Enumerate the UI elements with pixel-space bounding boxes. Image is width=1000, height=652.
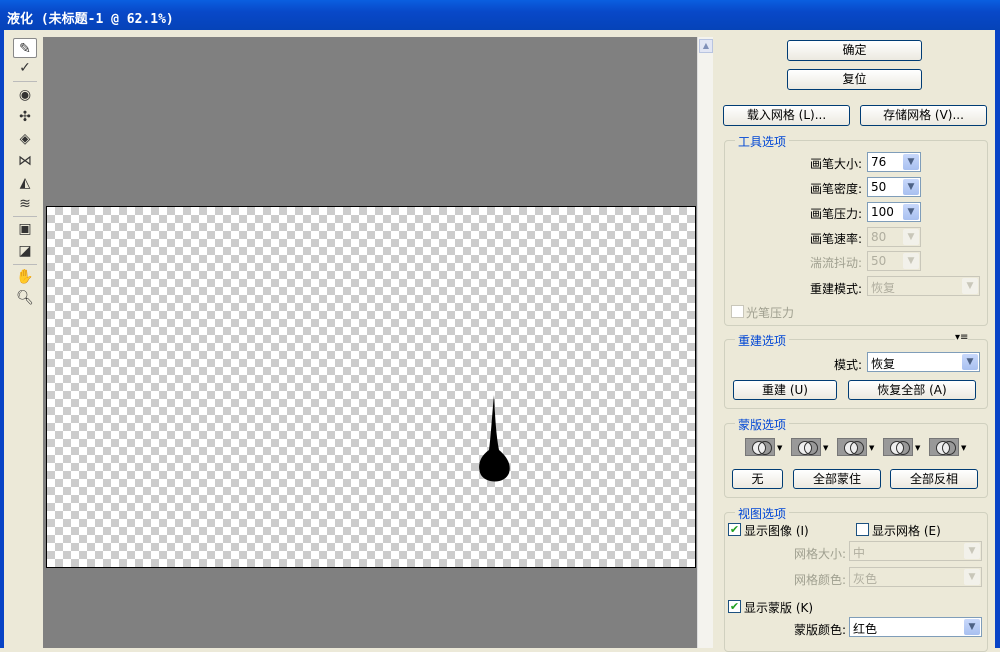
chevron-down-icon[interactable]: ▼ <box>964 619 980 635</box>
chevron-down-icon[interactable]: ▼ <box>903 179 919 195</box>
freeze-mask-tool-icon[interactable]: ▣ <box>13 219 37 239</box>
reconstruct-mode-label: 重建模式: <box>790 280 862 297</box>
brush-size-input[interactable]: 76 ▼ <box>867 152 921 172</box>
window-border <box>995 30 1000 648</box>
chevron-down-icon[interactable]: ▼ <box>903 204 919 220</box>
brush-density-label: 画笔密度: <box>790 180 862 197</box>
brush-rate-input: 80 ▼ <box>867 227 921 247</box>
mesh-color-label: 网格颜色: <box>780 571 846 588</box>
show-image-checkbox[interactable]: ✔ <box>728 523 741 536</box>
bloat-tool-icon[interactable]: ◈ <box>13 129 37 149</box>
liquified-drop-shape <box>477 395 513 485</box>
divider <box>13 216 37 217</box>
chevron-down-icon[interactable]: ▼ <box>869 444 874 452</box>
push-left-tool-icon[interactable]: ⋈ <box>13 151 37 171</box>
show-image-label: 显示图像 (I) <box>744 522 809 539</box>
hand-tool-icon[interactable]: ✋ <box>13 267 37 287</box>
restore-all-button[interactable]: 恢复全部 (A) <box>848 380 976 400</box>
mask-color-value: 红色 <box>853 622 877 636</box>
mirror-tool-icon[interactable]: ◭ <box>13 173 37 193</box>
mode-label: 模式: <box>820 356 862 373</box>
turbulent-jitter-label: 湍流抖动: <box>790 254 862 271</box>
mesh-color-value: 灰色 <box>853 572 877 586</box>
mode-value: 恢复 <box>871 357 895 371</box>
reconstruct-mode-select: 恢复 ▼ <box>867 276 980 296</box>
subtract-from-selection-mask-icon[interactable] <box>837 438 867 456</box>
mesh-color-select: 灰色 ▼ <box>849 567 982 587</box>
intersect-selection-mask-icon[interactable] <box>883 438 913 456</box>
save-mesh-button[interactable]: 存储网格 (V)... <box>860 105 987 126</box>
brush-size-value: 76 <box>871 155 886 169</box>
brush-density-value: 50 <box>871 180 886 194</box>
scroll-up-icon[interactable]: ▲ <box>699 39 713 53</box>
stylus-pressure-checkbox <box>731 305 744 318</box>
chevron-down-icon[interactable]: ▼ <box>823 444 828 452</box>
brush-pressure-label: 画笔压力: <box>790 205 862 222</box>
chevron-down-icon: ▼ <box>903 253 919 269</box>
forward-warp-tool-icon[interactable]: ✎ <box>13 38 37 58</box>
reconstruct-button[interactable]: 重建 (U) <box>733 380 837 400</box>
zoom-tool-icon[interactable]: 🔍︎ <box>13 288 37 308</box>
load-mesh-button[interactable]: 载入网格 (L)... <box>723 105 850 126</box>
show-mesh-label: 显示网格 (E) <box>872 522 941 539</box>
brush-rate-label: 画笔速率: <box>790 230 862 247</box>
mesh-size-value: 中 <box>853 546 865 560</box>
brush-pressure-input[interactable]: 100 ▼ <box>867 202 921 222</box>
reconstruct-mode-dropdown[interactable]: 恢复 ▼ <box>867 352 980 372</box>
mask-color-dropdown[interactable]: 红色 ▼ <box>849 617 982 637</box>
vertical-scrollbar[interactable]: ▲ <box>697 37 713 648</box>
mask-none-button[interactable]: 无 <box>732 469 783 489</box>
mesh-size-select: 中▼ <box>849 541 982 561</box>
tool-options-legend: 工具选项 <box>735 133 789 150</box>
reconstruct-tool-icon[interactable]: ✓ <box>13 58 37 78</box>
mask-color-label: 蒙版颜色: <box>780 621 846 638</box>
thaw-mask-tool-icon[interactable]: ◪ <box>13 241 37 261</box>
chevron-down-icon[interactable]: ▼ <box>777 444 782 452</box>
divider <box>13 264 37 265</box>
brush-size-label: 画笔大小: <box>790 155 862 172</box>
chevron-down-icon[interactable]: ▼ <box>903 154 919 170</box>
ok-button[interactable]: 确定 <box>787 40 922 61</box>
panel-menu-icon[interactable]: ▾≡ <box>955 332 968 343</box>
reconstruct-mode-value: 恢复 <box>871 281 895 295</box>
view-options-legend: 视图选项 <box>735 505 789 522</box>
invert-all-button[interactable]: 全部反相 <box>890 469 978 489</box>
mesh-size-label: 网格大小: <box>780 545 846 562</box>
reset-button[interactable]: 复位 <box>787 69 922 90</box>
invert-selection-mask-icon[interactable] <box>929 438 959 456</box>
twirl-tool-icon[interactable]: ◉ <box>13 85 37 105</box>
stylus-pressure-label: 光笔压力 <box>746 304 794 321</box>
brush-density-input[interactable]: 50 ▼ <box>867 177 921 197</box>
show-mask-checkbox[interactable]: ✔ <box>728 600 741 613</box>
mask-all-button[interactable]: 全部蒙住 <box>793 469 881 489</box>
show-mask-label: 显示蒙版 (K) <box>744 599 813 616</box>
title-bar: 液化 (未标题-1 @ 62.1%) <box>0 0 1000 30</box>
mask-options-legend: 蒙版选项 <box>735 416 789 433</box>
turbulence-tool-icon[interactable]: ≋ <box>13 194 37 214</box>
divider <box>13 81 37 82</box>
transparent-image[interactable] <box>46 206 696 568</box>
chevron-down-icon[interactable]: ▼ <box>915 444 920 452</box>
chevron-down-icon: ▼ <box>962 278 978 294</box>
brush-rate-value: 80 <box>871 230 886 244</box>
pucker-tool-icon[interactable]: ✣ <box>13 107 37 127</box>
reconstruct-options-legend: 重建选项 <box>735 332 789 349</box>
add-to-selection-mask-icon[interactable] <box>791 438 821 456</box>
turbulent-jitter-input: 50 ▼ <box>867 251 921 271</box>
replace-selection-mask-icon[interactable] <box>745 438 775 456</box>
chevron-down-icon: ▼ <box>964 543 980 559</box>
chevron-down-icon: ▼ <box>903 229 919 245</box>
show-mesh-checkbox[interactable] <box>856 523 869 536</box>
chevron-down-icon[interactable]: ▼ <box>961 444 966 452</box>
turbulent-jitter-value: 50 <box>871 254 886 268</box>
chevron-down-icon: ▼ <box>964 569 980 585</box>
brush-pressure-value: 100 <box>871 205 894 219</box>
chevron-down-icon[interactable]: ▼ <box>962 354 978 370</box>
tool-palette: ✎ ✓ ◉ ✣ ◈ ⋈ ◭ ≋ ▣ ◪ ✋ 🔍︎ <box>4 30 43 648</box>
